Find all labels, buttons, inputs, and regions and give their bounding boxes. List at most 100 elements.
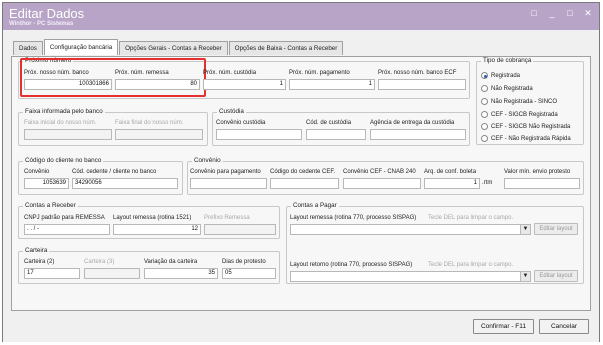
radio-sigcb-registrada[interactable]: CEF - SIGCB Registrada — [481, 111, 558, 118]
layout-retorno-select[interactable]: ▼ — [290, 271, 531, 282]
radio-icon — [481, 123, 488, 130]
arq-boleta-label: Arq. de conf. boleta — [424, 169, 477, 175]
radio-label: Não Registrada - SINCO — [491, 98, 558, 105]
convenio-custodia-label: Convênio custódia — [216, 120, 266, 126]
variacao-label: Variação da carteira — [144, 259, 198, 265]
nosso-num-banco-label: Próx. nosso núm. banco — [24, 70, 89, 76]
maximize-icon[interactable]: □ — [565, 8, 575, 18]
carteira3-label: Carteira (3) — [84, 259, 115, 265]
layout-retorno-label: Layout retorno (rotina 770, processo SIS… — [290, 262, 413, 268]
num-remessa-label: Próx. núm. remessa — [115, 70, 169, 76]
layout-remessa-label: Layout remessa (rotina 1521) — [113, 215, 192, 221]
cod-custodia-label: Cód. de custódia — [306, 120, 352, 126]
nosso-num-banco-field[interactable]: 100301866 — [24, 79, 112, 90]
tab-dados[interactable]: Dados — [13, 41, 43, 55]
contas-pagar-title: Contas a Pagar — [291, 202, 339, 209]
num-custodia-field[interactable]: 1 — [203, 79, 286, 90]
layout-remessa-field[interactable]: 12 — [113, 224, 201, 235]
cnab-field[interactable] — [343, 178, 421, 189]
editar-layout-remessa-button[interactable]: Editar layout — [534, 223, 578, 235]
cnab-label: Convênio CEF - CNAB 240 — [343, 169, 416, 175]
retorno-hint: Tecle DEL para limpar o campo. — [428, 262, 514, 268]
carteira3-field[interactable] — [84, 268, 140, 279]
prefixo-label: Prefixo Remessa — [204, 215, 250, 221]
radio-label: Registrada — [491, 72, 521, 79]
radio-icon — [481, 85, 488, 92]
layout-remessa-select[interactable]: ▼ — [290, 224, 531, 235]
close-icon[interactable]: ✕ — [583, 8, 593, 18]
radio-label: CEF - Não Registrada Rápida — [491, 135, 571, 142]
faixa-final-field[interactable] — [115, 129, 203, 140]
tipo-cobranca-title: Tipo de cobrança — [481, 57, 534, 64]
tab-opcoes-baixa[interactable]: Opções de Baixa - Contas a Receber — [228, 41, 344, 55]
convenio-pagamento-label: Convênio para pagamento — [190, 169, 261, 175]
num-remessa-field[interactable]: 80 — [115, 79, 200, 90]
confirm-button[interactable]: Confirmar - F11 — [473, 319, 534, 334]
arq-boleta-field[interactable]: 1 — [424, 178, 480, 189]
nosso-num-ecf-field[interactable] — [378, 79, 466, 90]
dias-protesto-label: Dias de protesto — [222, 259, 266, 265]
faixa-inicial-field[interactable] — [24, 129, 112, 140]
radio-nao-registrada-sinco[interactable]: Não Registrada - SINCO — [481, 98, 557, 105]
window-title: Editar Dados — [9, 6, 85, 21]
variacao-field[interactable]: 35 — [144, 268, 218, 279]
footer-bar: Confirmar - F11 Cancelar — [3, 313, 599, 342]
highlight-box — [20, 58, 206, 97]
prefixo-field[interactable] — [204, 224, 276, 235]
num-custodia-label: Próx. núm. custódia — [203, 70, 257, 76]
agencia-custodia-field[interactable] — [370, 129, 466, 140]
dias-protesto-field[interactable]: 05 — [222, 268, 276, 279]
cod-custodia-field[interactable] — [306, 129, 366, 140]
window-subtitle: Winthor - PC Sistemas — [9, 21, 74, 27]
convenio-label: Convênio — [24, 169, 50, 175]
cedente-cef-field[interactable] — [270, 178, 339, 189]
radio-registrada[interactable]: Registrada — [481, 72, 520, 79]
cedente-cef-label: Código do cedente CEF. — [270, 169, 336, 175]
radio-label: CEF - SIGCB Registrada — [491, 111, 558, 118]
tab-configuracao-bancaria[interactable]: Configuração bancária — [43, 39, 119, 55]
radio-icon — [481, 98, 488, 105]
minimize-icon[interactable]: _ — [547, 8, 557, 18]
convenio-field[interactable]: 1053639 — [24, 178, 69, 189]
valor-min-field[interactable] — [504, 178, 580, 189]
remessa-hint: Tecle DEL para limpar o campo. — [428, 215, 514, 221]
carteira2-label: Carteira (2) — [24, 259, 55, 265]
nosso-num-ecf-label: Próx. nosso núm. banco ECF — [378, 70, 457, 76]
arq-boleta-ext: .rtm — [482, 180, 493, 186]
restore-icon[interactable]: □ — [529, 8, 539, 18]
carteira2-field[interactable]: 17 — [24, 268, 80, 279]
radio-icon — [481, 135, 488, 142]
chevron-down-icon: ▼ — [520, 272, 530, 281]
tab-bar: Dados Configuração bancária Opções Gerai… — [13, 39, 344, 56]
faixa-title: Faixa informada pelo banco — [23, 108, 105, 115]
chevron-down-icon: ▼ — [520, 225, 530, 234]
num-pagamento-label: Próx. núm. pagamento — [289, 70, 350, 76]
convenio-pagamento-field[interactable] — [190, 178, 267, 189]
radio-icon — [481, 111, 488, 118]
contas-receber-title: Contas a Receber — [23, 202, 78, 209]
radio-sigcb-nao-registrada[interactable]: CEF - SIGCB Não Registrada — [481, 123, 570, 130]
codigo-cliente-title: Código do cliente no banco — [23, 157, 104, 164]
convenio-custodia-field[interactable] — [216, 129, 302, 140]
radio-label: CEF - SIGCB Não Registrada — [491, 123, 571, 130]
cnpj-label: CNPJ padrão para REMESSA — [24, 215, 105, 221]
tab-opcoes-gerais[interactable]: Opções Gerais - Contas a Receber — [119, 41, 228, 55]
custodia-title: Custódia — [217, 108, 246, 115]
convenio-title: Convênio — [192, 157, 223, 164]
window-controls: □ _ □ ✕ — [529, 8, 593, 18]
faixa-inicial-label: Faixa inicial do nosso núm. — [24, 120, 97, 126]
valor-min-label: Valor mín. envio protesto — [504, 169, 571, 175]
radio-nao-registrada-rapida[interactable]: CEF - Não Registrada Rápida — [481, 135, 571, 142]
editar-layout-retorno-button[interactable]: Editar layout — [534, 270, 578, 282]
radio-nao-registrada[interactable]: Não Registrada — [481, 85, 533, 92]
tab-panel: Próximo número Próx. nosso núm. banco 10… — [11, 56, 591, 311]
edit-data-window: Editar Dados Winthor - PC Sistemas □ _ □… — [2, 2, 600, 342]
cnpj-field[interactable]: . . / - — [24, 224, 110, 235]
radio-label: Não Registrada — [491, 85, 533, 92]
radio-selected-icon — [481, 72, 488, 79]
num-pagamento-field[interactable]: 1 — [289, 79, 375, 90]
cancel-button[interactable]: Cancelar — [539, 319, 589, 334]
carteira-title: Carteira — [23, 247, 50, 254]
title-bar[interactable]: Editar Dados Winthor - PC Sistemas □ _ □… — [3, 3, 599, 30]
cedente-field[interactable]: 34290056 — [72, 178, 178, 189]
